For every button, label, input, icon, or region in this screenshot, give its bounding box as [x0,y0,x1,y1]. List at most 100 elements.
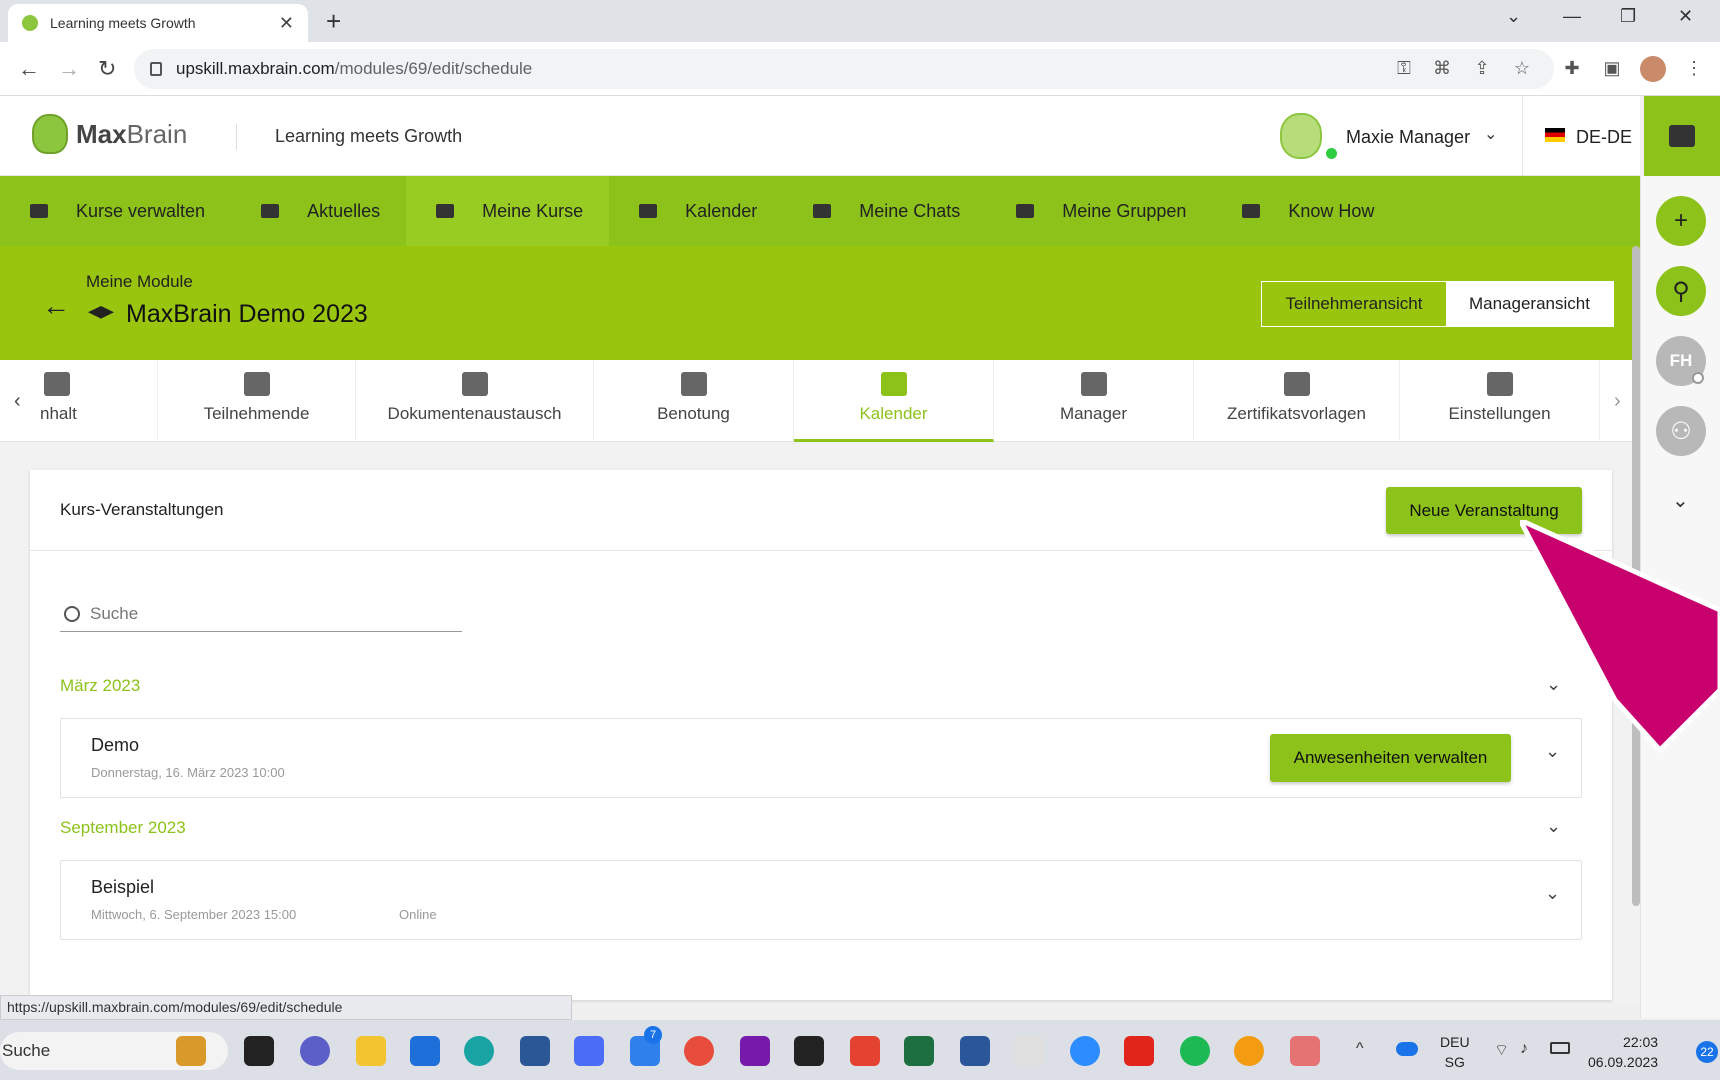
chevron-down-icon[interactable]: ⌄ [1546,816,1561,837]
news-icon [261,204,280,218]
key-icon[interactable]: ⚿ [1394,58,1414,78]
more-menu-icon[interactable]: ⋮ [1684,58,1704,78]
input-language[interactable]: DEU SG [1440,1032,1470,1072]
add-icon[interactable]: + [1656,196,1706,246]
star-icon[interactable]: ☆ [1512,58,1532,78]
chrome-icon[interactable] [684,1036,714,1066]
nav-label: Kalender [685,200,758,221]
excel-icon[interactable] [904,1036,934,1066]
divider [30,550,1612,551]
tab-label: Kalender [859,404,928,423]
manage-attendance-button[interactable]: Anwesenheiten verwalten [1270,734,1511,782]
restore-icon[interactable]: ❐ [1620,6,1636,27]
tab-einstellungen[interactable]: Einstellungen [1400,360,1600,442]
sidepanel-icon[interactable]: ▣ [1602,58,1622,78]
tab-zertifikatsvorlagen[interactable]: Zertifikatsvorlagen [1194,360,1400,442]
taskview-icon[interactable] [244,1036,274,1066]
search-icon[interactable]: ⚲ [1656,266,1706,316]
store-icon[interactable] [520,1036,550,1066]
todoist-icon[interactable] [850,1036,880,1066]
maxbrain-logo[interactable]: Max Brain [32,114,187,154]
close-tab-icon[interactable]: ✕ [279,13,294,34]
nav-label: Meine Gruppen [1062,200,1187,221]
logo-bold: Max [76,118,127,149]
book-icon [1242,204,1261,218]
tab-kalender[interactable]: Kalender [794,360,994,442]
language-selector[interactable]: DE-DE [1576,127,1632,148]
search-input[interactable]: Suche [60,596,462,632]
onedrive-icon[interactable] [1396,1042,1418,1056]
new-tab-button[interactable]: + [326,6,341,37]
tab-search-chevron-icon[interactable]: ⌄ [1506,6,1521,27]
list-item[interactable]: Beispiel Mittwoch, 6. September 2023 15:… [60,860,1582,940]
l-app-icon[interactable] [410,1036,440,1066]
edge-icon[interactable] [464,1036,494,1066]
battery-icon[interactable] [1550,1042,1570,1054]
header-divider [1522,96,1523,176]
address-bar[interactable]: upskill.maxbrain.com/modules/69/edit/sch… [134,49,1554,89]
browser-tab[interactable]: Learning meets Growth ✕ [8,4,308,42]
chat-icon [813,204,832,218]
chat-button[interactable] [1644,96,1720,176]
slack-icon[interactable] [1014,1036,1044,1066]
figma-icon[interactable] [794,1036,824,1066]
chevron-down-icon[interactable]: ⌄ [1545,883,1560,904]
tray-expand-icon[interactable]: ^ [1356,1040,1364,1058]
nav-meine-gruppen[interactable]: Meine Gruppen [986,176,1212,246]
breadcrumb[interactable]: Meine Module [86,272,193,292]
chevron-down-icon[interactable]: ⌄ [1484,124,1497,144]
brain-logo-icon [32,114,68,154]
tab-teilnehmende[interactable]: Teilnehmende [158,360,356,442]
b-app-icon[interactable] [1124,1036,1154,1066]
profile-avatar[interactable] [1640,56,1666,82]
extensions-icon[interactable]: ✚ [1562,58,1582,78]
reload-icon[interactable]: ↻ [98,56,116,82]
notification-badge[interactable]: 22 [1696,1041,1718,1063]
volume-icon[interactable]: ♪ [1520,1040,1528,1058]
nav-aktuelles[interactable]: Aktuelles [231,176,406,246]
participant-view-button[interactable]: Teilnehmeransicht [1262,282,1446,326]
clock[interactable]: 22:03 06.09.2023 [1588,1032,1658,1072]
nav-meine-kurse[interactable]: Meine Kurse [406,176,610,246]
chevron-right-icon[interactable]: › [1614,390,1621,413]
groups-icon[interactable]: ⚇ [1656,406,1706,456]
chevron-down-icon[interactable]: ⌄ [1672,488,1689,513]
tab-inhalt[interactable]: nhalt [40,360,158,442]
document-share-icon [461,372,488,396]
nav-meine-chats[interactable]: Meine Chats [783,176,986,246]
translate-icon[interactable]: ⌘ [1432,58,1452,78]
wifi-icon[interactable]: ⌔ [1494,1040,1509,1060]
forward-icon[interactable]: → [58,56,80,82]
nav-know-how[interactable]: Know How [1212,176,1400,246]
month-heading: März 2023 [60,676,141,695]
minimize-icon[interactable]: — [1563,6,1581,27]
user-name[interactable]: Maxie Manager [1346,127,1470,148]
logo-light: Brain [126,118,188,149]
tab-dokumentenaustausch[interactable]: Dokumentenaustausch [356,360,594,442]
affinity-icon[interactable] [574,1036,604,1066]
nav-label: Meine Chats [859,200,961,221]
manager-view-button[interactable]: Manageransicht [1445,282,1613,326]
user-avatar[interactable] [1280,113,1322,159]
word-icon[interactable] [960,1036,990,1066]
back-arrow-icon[interactable]: ← [42,290,70,322]
close-window-icon[interactable]: ✕ [1678,6,1693,27]
share-icon[interactable]: ⇪ [1472,58,1492,78]
zoom-icon[interactable] [1070,1036,1100,1066]
nav-kurse-verwalten[interactable]: Kurse verwalten [0,176,231,246]
teams-chat-icon[interactable] [300,1036,330,1066]
tab-label: nhalt [40,404,77,423]
snipping-icon[interactable] [1290,1036,1320,1066]
onenote-icon[interactable] [740,1036,770,1066]
tab-benotung[interactable]: Benotung [594,360,794,442]
spotify-icon[interactable] [1180,1036,1210,1066]
chevron-left-icon[interactable]: ‹ [14,390,21,413]
tab-manager[interactable]: Manager [994,360,1194,442]
briefcase-icon[interactable] [176,1036,206,1066]
file-explorer-icon[interactable] [356,1036,386,1066]
event-name: Demo [91,735,140,755]
nav-kalender[interactable]: Kalender [609,176,783,246]
back-icon[interactable]: ← [18,56,40,82]
status-url: https://upskill.maxbrain.com/modules/69/… [0,995,572,1020]
vpn-icon[interactable] [1234,1036,1264,1066]
